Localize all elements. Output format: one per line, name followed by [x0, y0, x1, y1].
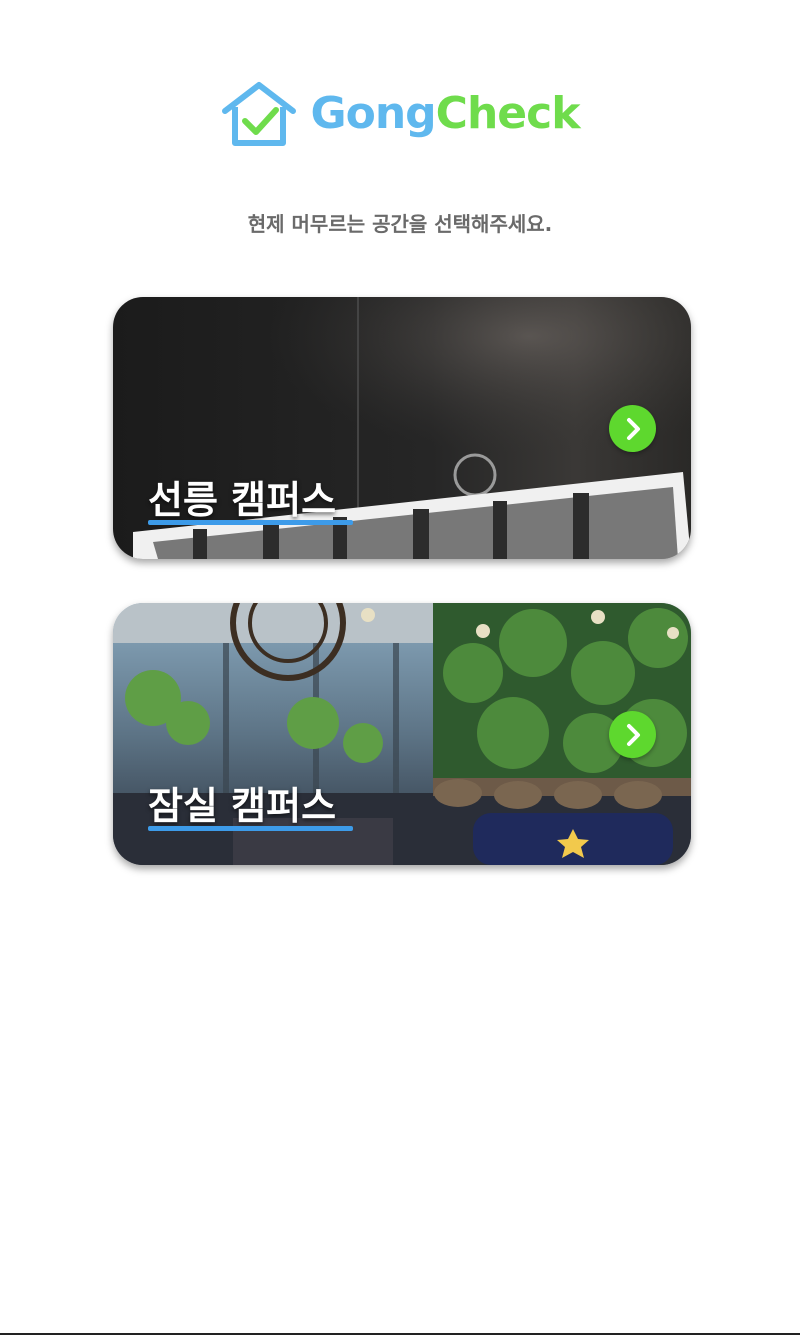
chevron-right-icon	[626, 723, 640, 746]
logo-text-gong: Gong	[310, 88, 437, 139]
campus-card-jamsil[interactable]: 잠실 캠퍼스	[113, 603, 691, 865]
campus-name-seolleung: 선릉 캠퍼스	[148, 478, 337, 522]
title-underline	[148, 520, 353, 525]
house-check-icon	[221, 82, 296, 146]
chevron-right-button[interactable]	[609, 711, 656, 758]
logo-wordmark: GongCheck	[311, 92, 581, 136]
campus-card-seolleung[interactable]: 선릉 캠퍼스	[113, 297, 691, 559]
instruction-text: 현제 머무르는 공간을 선택해주세요.	[247, 212, 553, 236]
logo-text-check: Check	[435, 88, 581, 139]
title-underline	[148, 826, 353, 831]
campus-name-jamsil: 잠실 캠퍼스	[148, 784, 337, 828]
app-logo: GongCheck	[0, 78, 800, 150]
chevron-right-button[interactable]	[609, 405, 656, 452]
chevron-right-icon	[626, 417, 640, 440]
campus-select-page: GongCheck 현제 머무르는 공간을 선택해주세요. 선릉 캠퍼스 잠실 …	[0, 0, 800, 1335]
